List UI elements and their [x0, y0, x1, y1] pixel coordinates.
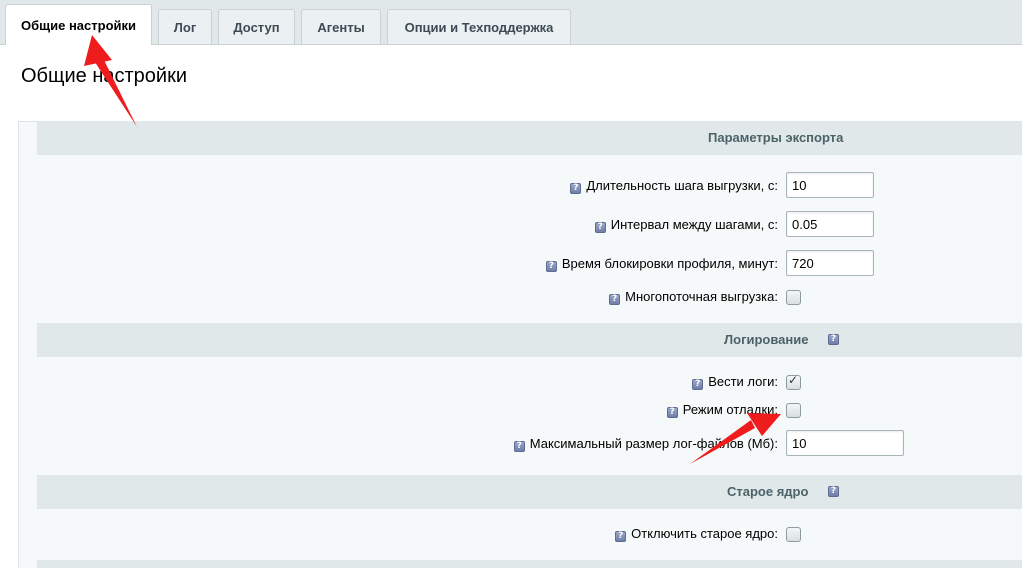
- tab-options-support[interactable]: Опции и Техподдержка: [387, 9, 571, 44]
- lock-time-input[interactable]: [786, 250, 874, 276]
- step-interval-label: ? Интервал между шагами, с:: [594, 217, 778, 233]
- tab-label: Агенты: [317, 19, 365, 35]
- section-header-old-core: Старое ядро ?: [37, 475, 1022, 509]
- help-icon[interactable]: ?: [666, 407, 678, 418]
- section-title: Логирование: [724, 332, 809, 347]
- lock-time-label: ? Время блокировки профиля, минут:: [545, 256, 778, 272]
- disable-old-core-checkbox[interactable]: [786, 527, 801, 542]
- max-log-size-input[interactable]: [786, 430, 904, 456]
- help-icon[interactable]: ?: [828, 486, 839, 497]
- help-icon[interactable]: ?: [609, 294, 621, 305]
- tab-label: Опции и Техподдержка: [404, 19, 554, 35]
- tab-label: Лог: [173, 19, 197, 35]
- section-title: Старое ядро: [727, 484, 809, 499]
- tab-bar: Общие настройки Лог Доступ Агенты Опции …: [0, 0, 1022, 45]
- help-icon[interactable]: ?: [828, 334, 839, 345]
- section-title: Параметры экспорта: [708, 130, 844, 145]
- help-icon[interactable]: ?: [615, 531, 627, 542]
- section-header-export: Параметры экспорта: [37, 121, 1022, 155]
- debug-mode-checkbox[interactable]: [786, 403, 801, 418]
- tab-log[interactable]: Лог: [158, 9, 212, 44]
- tab-label: Доступ: [233, 19, 280, 35]
- section-header-logging: Логирование ?: [37, 323, 1022, 357]
- step-duration-input[interactable]: [786, 172, 874, 198]
- step-interval-input[interactable]: [786, 211, 874, 237]
- multithread-checkbox[interactable]: [786, 290, 801, 305]
- help-icon[interactable]: ?: [692, 379, 704, 390]
- help-icon[interactable]: ?: [513, 441, 525, 452]
- multithread-label: ? Многопоточная выгрузка:: [609, 289, 778, 305]
- max-log-size-label: ? Максимальный размер лог-файлов (Мб):: [513, 436, 778, 452]
- debug-mode-label: ? Режим отладки:: [666, 402, 778, 418]
- help-icon[interactable]: ?: [570, 183, 582, 194]
- tab-general-settings[interactable]: Общие настройки: [5, 4, 152, 45]
- tab-agents[interactable]: Агенты: [301, 9, 381, 44]
- disable-old-core-label: ? Отключить старое ядро:: [615, 526, 778, 542]
- section-header-next: [37, 560, 1022, 568]
- step-duration-label: ? Длительность шага выгрузки, с:: [570, 178, 778, 194]
- keep-logs-label: ? Вести логи:: [692, 374, 778, 390]
- tab-access[interactable]: Доступ: [218, 9, 295, 44]
- help-icon[interactable]: ?: [594, 222, 606, 233]
- help-icon[interactable]: ?: [545, 261, 557, 272]
- checkbox-tick-icon: ✓: [788, 373, 799, 387]
- page-title: Общие настройки: [21, 65, 187, 87]
- tab-label: Общие настройки: [21, 17, 136, 33]
- keep-logs-checkbox[interactable]: ✓: [786, 373, 801, 390]
